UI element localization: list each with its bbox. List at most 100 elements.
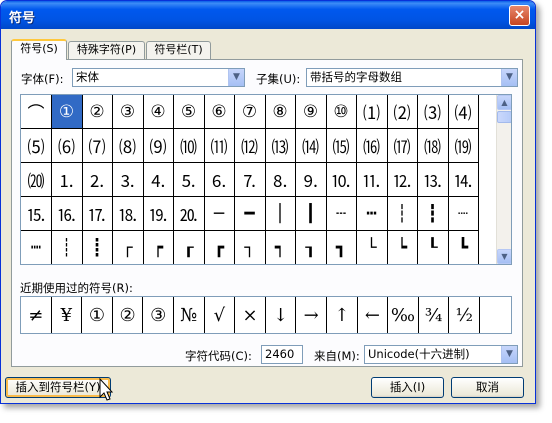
symbol-cell[interactable]: ┐ (235, 231, 266, 264)
symbol-cell[interactable]: ⒓ (387, 163, 418, 197)
symbol-cell[interactable]: ① (51, 95, 83, 129)
recent-symbol-cell[interactable]: ‰ (388, 297, 419, 333)
from-select[interactable]: Unicode(十六进制) ▼ (364, 345, 518, 364)
symbol-cell[interactable]: ⌒ (21, 95, 52, 129)
symbol-cell[interactable]: ⑻ (112, 129, 144, 163)
symbol-cell[interactable]: ⒃ (356, 129, 388, 163)
symbol-cell[interactable]: ┃ (295, 197, 327, 231)
symbol-cell[interactable]: ⑤ (173, 95, 205, 129)
symbol-cell[interactable]: ⑺ (82, 129, 113, 163)
scroll-down-icon[interactable]: ▼ (497, 249, 511, 264)
recent-symbol-cell[interactable]: √ (205, 297, 236, 333)
symbol-cell[interactable]: ⒘ (82, 197, 113, 231)
symbol-cell[interactable]: ⑾ (204, 129, 235, 163)
recent-symbol-cell[interactable]: № (174, 297, 205, 333)
insert-to-symbol-bar-button[interactable]: 插入到符号栏(Y) (5, 377, 111, 398)
font-select[interactable]: 宋体 ▼ (72, 68, 245, 87)
symbol-cell[interactable]: ⒑ (326, 163, 357, 197)
symbol-cell[interactable]: ⒌ (173, 163, 205, 197)
symbol-cell[interactable]: ⒊ (112, 163, 144, 197)
symbol-cell[interactable]: ━ (234, 197, 266, 231)
chevron-down-icon[interactable]: ▼ (501, 346, 517, 363)
tab-special-characters[interactable]: 特殊字符(P) (68, 41, 145, 59)
recent-symbol-cell[interactable]: → (296, 297, 327, 333)
recent-symbols[interactable]: ≠ ¥ ① ② ③ № √ × ↓ → ↑ ← ‰ ¾ ½ (20, 296, 512, 334)
symbol-cell[interactable]: ┎ (174, 231, 205, 264)
symbol-cell[interactable]: ⒇ (21, 163, 52, 197)
symbol-cell[interactable]: ┒ (296, 231, 327, 264)
scrollbar-thumb[interactable] (497, 111, 511, 123)
symbol-cell[interactable]: ⒏ (265, 163, 296, 197)
symbol-grid[interactable]: ⌒ ① ② ③ ④ ⑤ ⑥ ⑦ ⑧ ⑨ ⑩ ⑴ ⑵ ⑶ ⑷ ⑸ ⑹ ⑺ ⑻ ⑼ ⑽ ⑾ ⑿ ⒀ ⒁ ⒂ ⒃ ⒄ ⒅ ⒆ ⒇ ⒈ ⒉ ⒊ ⒋ ⒌ ⒍ ⒎ ⒏ ⒐… (21, 95, 498, 264)
symbol-cell[interactable]: ③ (112, 95, 144, 129)
symbol-cell[interactable]: ⑼ (143, 129, 174, 163)
symbol-cell[interactable]: ⒔ (417, 163, 449, 197)
symbol-grid-scrollbar[interactable]: ▲ ▼ (496, 95, 511, 264)
symbol-cell[interactable]: ⒛ (173, 197, 205, 231)
symbol-cell[interactable]: ⑥ (204, 95, 235, 129)
recent-symbol-cell[interactable]: ↑ (327, 297, 358, 333)
symbol-cell[interactable]: ⑩ (326, 95, 357, 129)
scroll-up-icon[interactable]: ▲ (497, 95, 511, 110)
close-button[interactable]: × (509, 5, 530, 26)
symbol-cell[interactable]: ④ (143, 95, 174, 129)
symbol-cell[interactable]: ┅ (356, 197, 388, 231)
symbol-cell[interactable]: ⒙ (112, 197, 144, 231)
symbol-cell[interactable]: ⒕ (448, 163, 479, 197)
symbol-cell[interactable]: ─ (204, 197, 235, 231)
symbol-cell[interactable]: ⑸ (21, 129, 52, 163)
symbol-cell[interactable]: ┓ (326, 231, 357, 264)
symbol-cell[interactable]: ⒎ (234, 163, 266, 197)
symbol-cell[interactable]: ⑷ (448, 95, 479, 129)
symbol-cell[interactable]: ⑨ (295, 95, 327, 129)
symbol-cell[interactable]: ⑵ (387, 95, 418, 129)
symbol-cell[interactable]: ⒀ (265, 129, 296, 163)
symbol-cell[interactable]: ⒉ (82, 163, 113, 197)
recent-symbol-cell[interactable]: ≠ (21, 297, 52, 333)
symbol-cell[interactable]: ┗ (448, 231, 479, 264)
symbol-cell[interactable]: ┆ (387, 197, 418, 231)
recent-symbol-cell[interactable]: ½ (449, 297, 480, 333)
subset-select[interactable]: 带括号的字母数组 ▼ (306, 68, 518, 87)
symbol-cell[interactable]: ⒅ (417, 129, 449, 163)
tab-symbol-bar[interactable]: 符号栏(T) (146, 41, 211, 59)
recent-symbol-cell[interactable]: × (235, 297, 266, 333)
recent-symbol-cell[interactable]: ¥ (52, 297, 83, 333)
symbol-cell[interactable]: ┋ (82, 231, 113, 264)
symbol-cell[interactable]: ┇ (417, 197, 449, 231)
symbol-cell[interactable]: ⒈ (51, 163, 83, 197)
symbol-cell[interactable]: ⒆ (448, 129, 479, 163)
symbol-cell[interactable]: ┍ (143, 231, 174, 264)
symbol-cell[interactable]: ⒒ (356, 163, 388, 197)
insert-button[interactable]: 插入(I) (371, 377, 444, 398)
symbol-cell[interactable]: ⒂ (326, 129, 357, 163)
symbol-cell[interactable]: ⒗ (51, 197, 83, 231)
chevron-down-icon[interactable]: ▼ (501, 69, 517, 86)
recent-symbol-cell[interactable]: ① (82, 297, 113, 333)
recent-symbol-cell[interactable]: ② (113, 297, 144, 333)
recent-symbol-cell[interactable]: ¾ (419, 297, 450, 333)
symbol-cell[interactable]: ⒄ (387, 129, 418, 163)
symbol-cell[interactable]: └ (357, 231, 388, 264)
symbol-cell[interactable]: ┏ (204, 231, 235, 264)
symbol-cell[interactable]: ⑹ (51, 129, 83, 163)
symbol-cell[interactable]: │ (265, 197, 296, 231)
symbol-cell[interactable]: ┉ (21, 231, 52, 264)
symbol-cell[interactable]: ⑽ (173, 129, 205, 163)
recent-symbol-cell[interactable]: ← (358, 297, 389, 333)
symbol-cell[interactable]: ⒚ (143, 197, 174, 231)
cancel-button[interactable]: 取消 (451, 377, 524, 398)
title-bar[interactable]: 符号 × (1, 1, 535, 29)
symbol-cell[interactable]: ⒖ (21, 197, 52, 231)
symbol-cell[interactable]: ┖ (418, 231, 449, 264)
symbol-cell[interactable]: ⑴ (356, 95, 388, 129)
symbol-cell[interactable]: ⒋ (143, 163, 174, 197)
symbol-cell[interactable]: ┈ (448, 197, 479, 231)
symbol-cell[interactable]: ┊ (52, 231, 83, 264)
symbol-cell[interactable]: ② (82, 95, 113, 129)
char-code-input[interactable]: 2460 (261, 345, 303, 364)
symbol-cell[interactable]: ⑿ (234, 129, 266, 163)
symbol-cell[interactable]: ┄ (326, 197, 357, 231)
recent-symbol-cell[interactable]: ③ (143, 297, 174, 333)
symbol-cell[interactable]: ⒍ (204, 163, 235, 197)
